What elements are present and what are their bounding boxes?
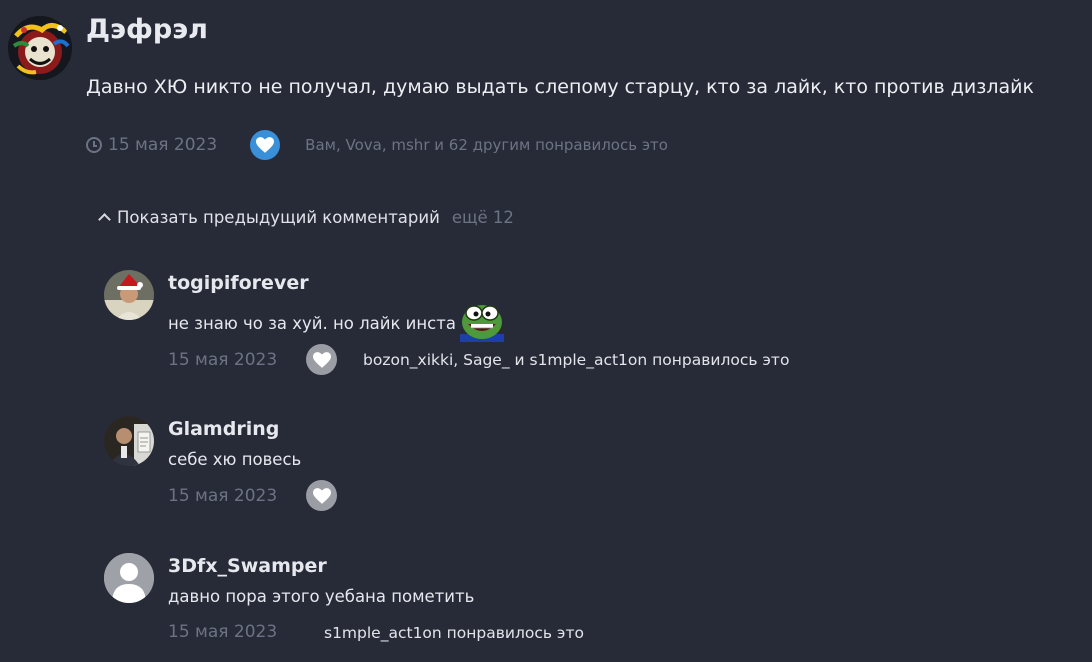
comment: togipiforever не знаю чо за хуй. но лайк… xyxy=(0,270,1092,390)
post-date[interactable]: 15 мая 2023 xyxy=(108,135,217,155)
comment-text-content: давно пора этого уебана пометить xyxy=(168,587,475,606)
default-user-icon xyxy=(104,553,154,603)
comment: 3Dfx_Swamper давно пора этого уебана пом… xyxy=(0,553,1092,662)
comment-author-name[interactable]: togipiforever xyxy=(168,272,309,294)
post-text: Давно ХЮ никто не получал, думаю выдать … xyxy=(86,76,1034,98)
comment-date[interactable]: 15 мая 2023 xyxy=(168,350,277,370)
post-like-button[interactable] xyxy=(250,130,281,160)
comment-text-content: не знаю чо за хуй. но лайк инста xyxy=(168,313,456,333)
pepe-emoji xyxy=(459,300,504,342)
comment-author-avatar[interactable] xyxy=(104,553,154,603)
clock-icon xyxy=(86,137,102,153)
comment-thread: Дэфрэл Давно ХЮ никто не получал, думаю … xyxy=(0,0,1092,662)
heart-icon xyxy=(256,137,275,153)
post-meta: 15 мая 2023 Вам, Vova, mshr и 62 другим … xyxy=(86,130,668,160)
comment-like-button[interactable] xyxy=(306,480,337,511)
comment-like-button[interactable] xyxy=(306,344,337,375)
comment: Glamdring себе хю повесь 15 мая 2023 xyxy=(0,416,1092,536)
comment-author-avatar[interactable] xyxy=(104,270,154,320)
comment-author-name[interactable]: Glamdring xyxy=(168,418,279,440)
comment-text: давно пора этого уебана пометить xyxy=(168,587,474,606)
heart-icon xyxy=(312,351,331,368)
post-author-name[interactable]: Дэфрэл xyxy=(86,14,208,45)
post-author-avatar[interactable] xyxy=(8,16,72,80)
show-previous-label[interactable]: Показать предыдущий комментарий xyxy=(117,208,440,227)
comment-author-avatar[interactable] xyxy=(104,416,154,466)
comment-date[interactable]: 15 мая 2023 xyxy=(168,486,277,506)
comment-text: не знаю чо за хуй. но лайк инста xyxy=(168,304,504,342)
comment-likes-summary[interactable]: bozon_xikki, Sage_ и s1mple_act1on понра… xyxy=(363,351,789,369)
heart-icon xyxy=(312,487,331,504)
comment-text: себе хю повесь xyxy=(168,450,301,469)
chevron-up-icon xyxy=(98,213,111,226)
comment-date[interactable]: 15 мая 2023 xyxy=(168,622,277,642)
show-previous-comments[interactable]: Показать предыдущий комментарий ещё 12 xyxy=(98,205,514,229)
comment-author-name[interactable]: 3Dfx_Swamper xyxy=(168,555,327,577)
comment-text-content: себе хю повесь xyxy=(168,450,302,469)
post-likes-summary[interactable]: Вам, Vova, mshr и 62 другим понравилось … xyxy=(305,136,668,154)
comment-likes-summary[interactable]: s1mple_act1on понравилось это xyxy=(324,624,584,642)
show-previous-count: ещё 12 xyxy=(451,207,514,227)
